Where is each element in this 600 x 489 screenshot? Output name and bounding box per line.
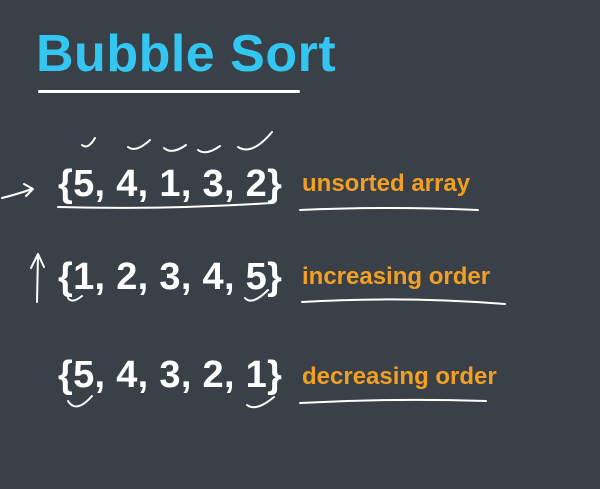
slide-title: Bubble Sort — [36, 25, 337, 83]
title-underline — [38, 90, 300, 93]
up-arrow — [36, 254, 39, 303]
tick-mark — [127, 139, 151, 150]
increasing-array: {1, 2, 3, 4, 5} — [58, 256, 283, 298]
check-mark — [246, 396, 275, 409]
label-underline — [299, 207, 479, 211]
pointer-arrow-head — [23, 183, 34, 197]
unsorted-array: {5, 4, 1, 3, 2} — [58, 163, 283, 205]
pointer-arrow — [1, 188, 33, 199]
decreasing-array: {5, 4, 3, 2, 1} — [58, 354, 283, 396]
label-underline — [301, 298, 506, 305]
tick-mark — [81, 137, 96, 148]
up-arrow-head — [30, 253, 45, 269]
check-mark — [67, 395, 93, 408]
tick-mark — [163, 144, 187, 152]
tick-mark — [197, 145, 221, 154]
label-underline — [299, 398, 487, 404]
increasing-order-label: increasing order — [302, 263, 491, 290]
unsorted-array-label: unsorted array — [302, 170, 471, 197]
slide: Bubble Sort {5, 4, 1, 3, 2} unsorted arr… — [0, 0, 600, 489]
decreasing-order-label: decreasing order — [302, 363, 497, 390]
tick-mark — [237, 131, 273, 151]
